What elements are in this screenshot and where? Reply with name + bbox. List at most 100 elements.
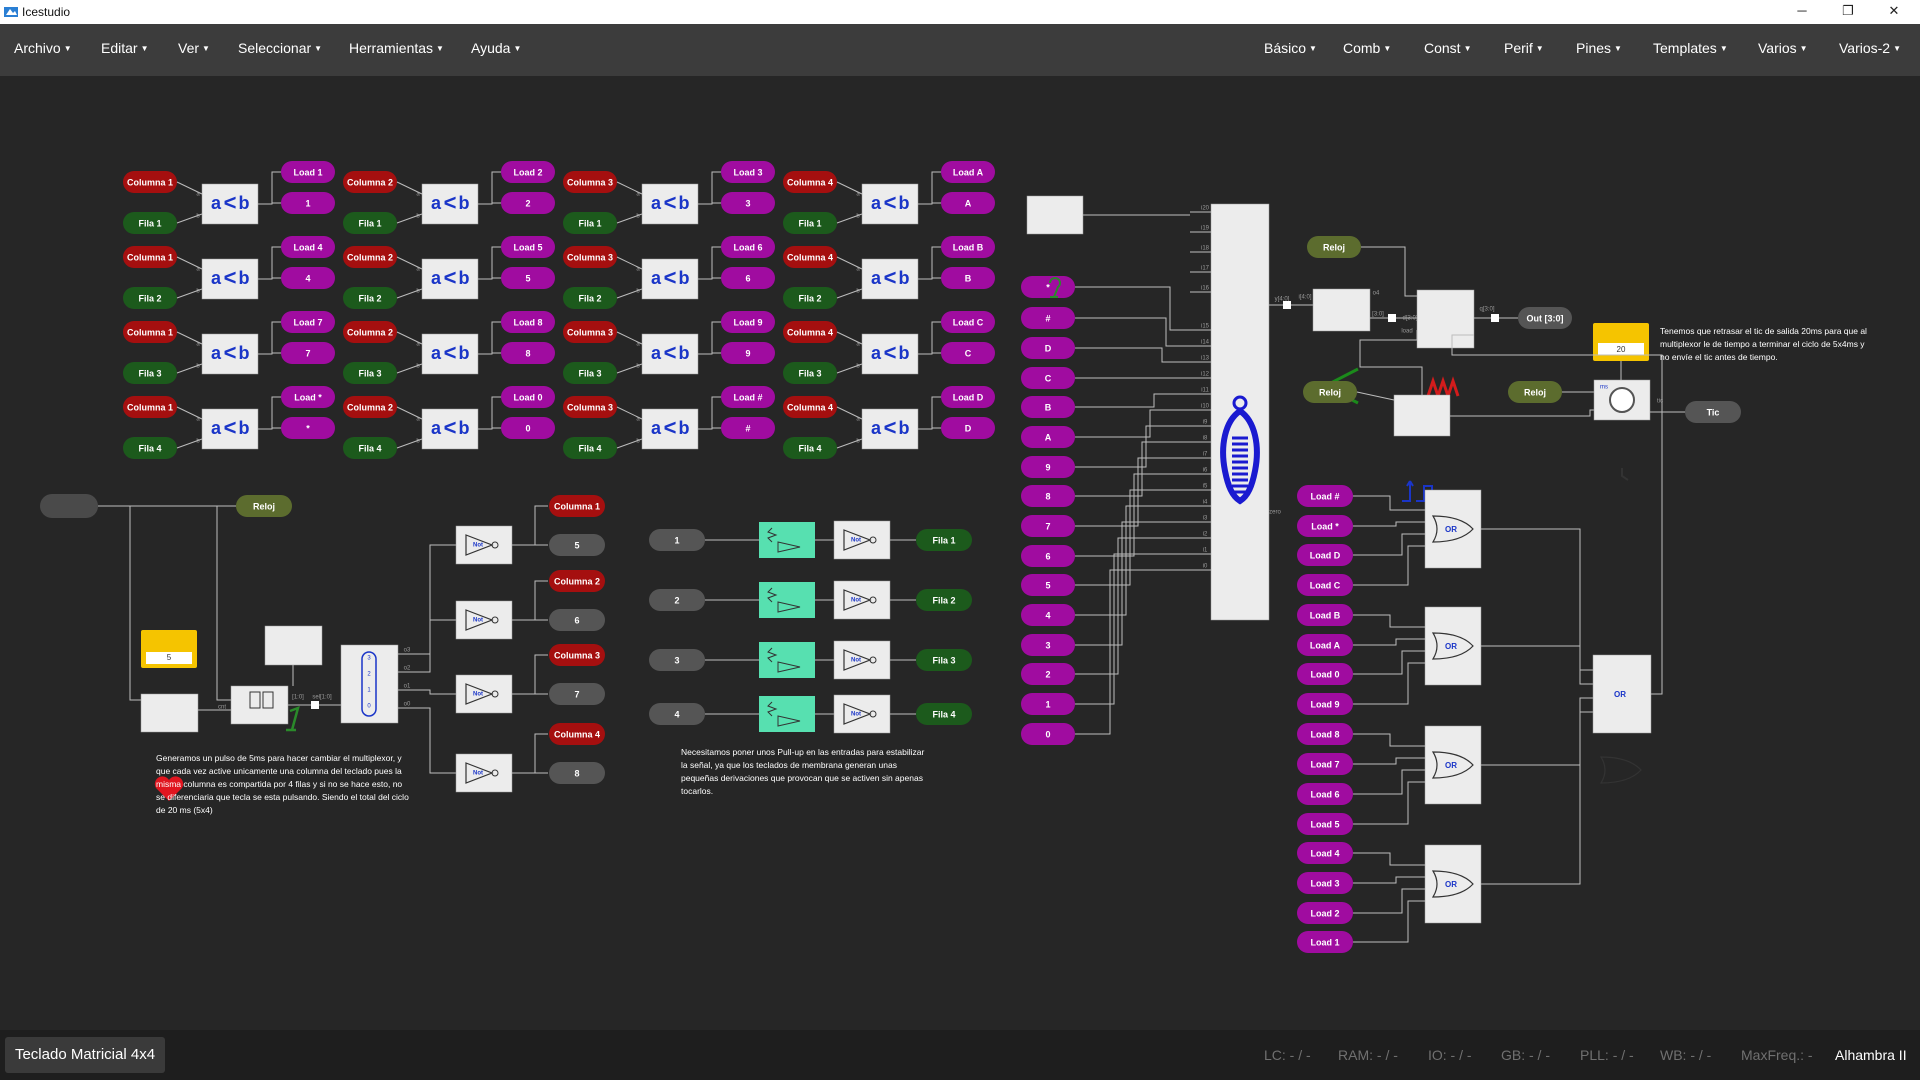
encoder-input-7-label: 8	[1045, 491, 1050, 501]
decoder-out-pin: o2	[404, 666, 411, 672]
or-load-input-label: Load 3	[1310, 878, 1339, 888]
mux-columna-output-label: Columna 3	[554, 650, 600, 660]
constant-block[interactable]	[1026, 195, 1084, 235]
reloj-input-pin[interactable]	[40, 494, 98, 518]
pullup-not-block[interactable]	[833, 580, 891, 620]
constant-one-block[interactable]	[264, 625, 323, 666]
or-load-input-label: Load 4	[1310, 848, 1339, 858]
comparator-b: b	[239, 268, 250, 288]
comparator-b: b	[239, 343, 250, 363]
wire	[398, 619, 456, 673]
pullup-not-block[interactable]	[833, 640, 891, 680]
wire	[512, 505, 548, 546]
pullup-not-block[interactable]	[833, 520, 891, 560]
caret-down-icon: ▼	[1614, 44, 1622, 53]
split-block[interactable]	[1312, 288, 1371, 332]
menu-editar[interactable]: Editar ▼	[101, 40, 149, 56]
wire	[1353, 521, 1425, 527]
wire	[1075, 473, 1211, 557]
menu-varios-2[interactable]: Varios-2 ▼	[1839, 40, 1901, 56]
wire	[918, 246, 941, 280]
wire	[1353, 876, 1425, 884]
not-gate-label: Not	[851, 658, 861, 664]
not-gate-block[interactable]	[455, 600, 513, 640]
not-gate-block[interactable]	[455, 753, 513, 793]
wire	[931, 202, 941, 204]
mux-timer-text: 5	[167, 653, 172, 662]
wire	[616, 256, 643, 270]
register-out-pin: q[3:0]	[1479, 307, 1494, 313]
circuit-diagram[interactable]: Columna 1Fila 1Load 11a < babColumna 2Fila…	[0, 76, 1920, 1030]
pullup-input-label: 1	[674, 535, 679, 545]
fila-3-label-label: Fila 3	[138, 368, 161, 378]
columna-3-label-label: Columna 3	[567, 402, 613, 412]
close-button[interactable]: ✕	[1872, 0, 1916, 24]
wire	[1075, 317, 1211, 347]
mux-value-output-label: 5	[574, 540, 579, 550]
edge-detector-block[interactable]	[1393, 394, 1451, 437]
split-out-pin: [3:0]	[1372, 312, 1384, 318]
not-gate-block[interactable]	[455, 674, 513, 714]
heart-timer-block[interactable]	[140, 693, 199, 733]
tic-ms-pin: ms	[1600, 385, 1608, 391]
reloj-mux-label-label: Reloj	[253, 501, 275, 511]
wire	[1075, 569, 1211, 735]
comparator-a: a	[431, 193, 442, 213]
pullup-block[interactable]	[759, 696, 815, 732]
project-tab[interactable]: Teclado Matricial 4x4	[5, 1037, 165, 1073]
not-gate-label: Not	[473, 618, 483, 624]
menu-perif[interactable]: Perif ▼	[1504, 40, 1544, 56]
menu-templates[interactable]: Templates ▼	[1653, 40, 1728, 56]
wire	[512, 580, 548, 621]
encoder-input-6-label: 9	[1045, 462, 1050, 472]
pullup-block[interactable]	[759, 582, 815, 618]
menu-archivo[interactable]: Archivo ▼	[14, 40, 72, 56]
encoder-pin: i3	[1203, 516, 1208, 522]
comparator-a: a	[431, 268, 442, 288]
menu-comb[interactable]: Comb ▼	[1343, 40, 1391, 56]
restore-button[interactable]: ❐	[1826, 0, 1870, 24]
load-label-label: Load D	[953, 392, 984, 402]
menu-b-sico[interactable]: Básico ▼	[1264, 40, 1317, 56]
wire	[271, 277, 281, 279]
or-load-input-label: Load A	[1310, 640, 1341, 650]
fila-2-label-label: Fila 2	[578, 293, 601, 303]
register-block[interactable]	[1416, 289, 1475, 349]
encoder-pin: i8	[1203, 436, 1208, 442]
wire	[1353, 614, 1425, 628]
comparator-a: a	[431, 418, 442, 438]
menu-ver[interactable]: Ver ▼	[178, 40, 210, 56]
menu-ayuda[interactable]: Ayuda ▼	[471, 40, 521, 56]
board-selector[interactable]: Alhambra II	[1835, 1047, 1907, 1063]
comparator-symbol: <	[884, 340, 897, 365]
pullup-block[interactable]	[759, 642, 815, 678]
encoder-input-1-label: #	[1045, 313, 1050, 323]
menu-seleccionar[interactable]: Seleccionar ▼	[238, 40, 322, 56]
encoder-pin: i5	[1203, 484, 1208, 490]
menu-const[interactable]: Const ▼	[1424, 40, 1472, 56]
design-canvas[interactable]: Columna 1 Fila 1 Load 1 1 a < b a b Columna 2 Fila…	[0, 76, 1920, 1080]
pullup-not-block[interactable]	[833, 694, 891, 734]
wire	[836, 406, 863, 420]
not-gate-label: Not	[473, 543, 483, 549]
caret-down-icon: ▼	[436, 44, 444, 53]
wire	[491, 277, 501, 279]
menu-pines[interactable]: Pines ▼	[1576, 40, 1622, 56]
minimize-button[interactable]: ─	[1780, 0, 1824, 24]
columna-1-label-label: Columna 1	[127, 177, 173, 187]
wire	[1075, 393, 1211, 408]
wire	[711, 427, 721, 429]
encoder-input-9-label: 6	[1045, 551, 1050, 561]
encoder-pin: i0	[1203, 564, 1208, 570]
wire	[491, 202, 501, 204]
encoder-input-8-label: 7	[1045, 521, 1050, 531]
comparator-a: a	[651, 193, 662, 213]
menu-herramientas[interactable]: Herramientas ▼	[349, 40, 444, 56]
columna-1-label-label: Columna 1	[127, 327, 173, 337]
wire	[1481, 711, 1593, 885]
menu-varios[interactable]: Varios ▼	[1758, 40, 1808, 56]
wire	[176, 181, 203, 195]
not-gate-block[interactable]	[455, 525, 513, 565]
pullup-block[interactable]	[759, 522, 815, 558]
load-label-label: Load B	[953, 242, 984, 252]
